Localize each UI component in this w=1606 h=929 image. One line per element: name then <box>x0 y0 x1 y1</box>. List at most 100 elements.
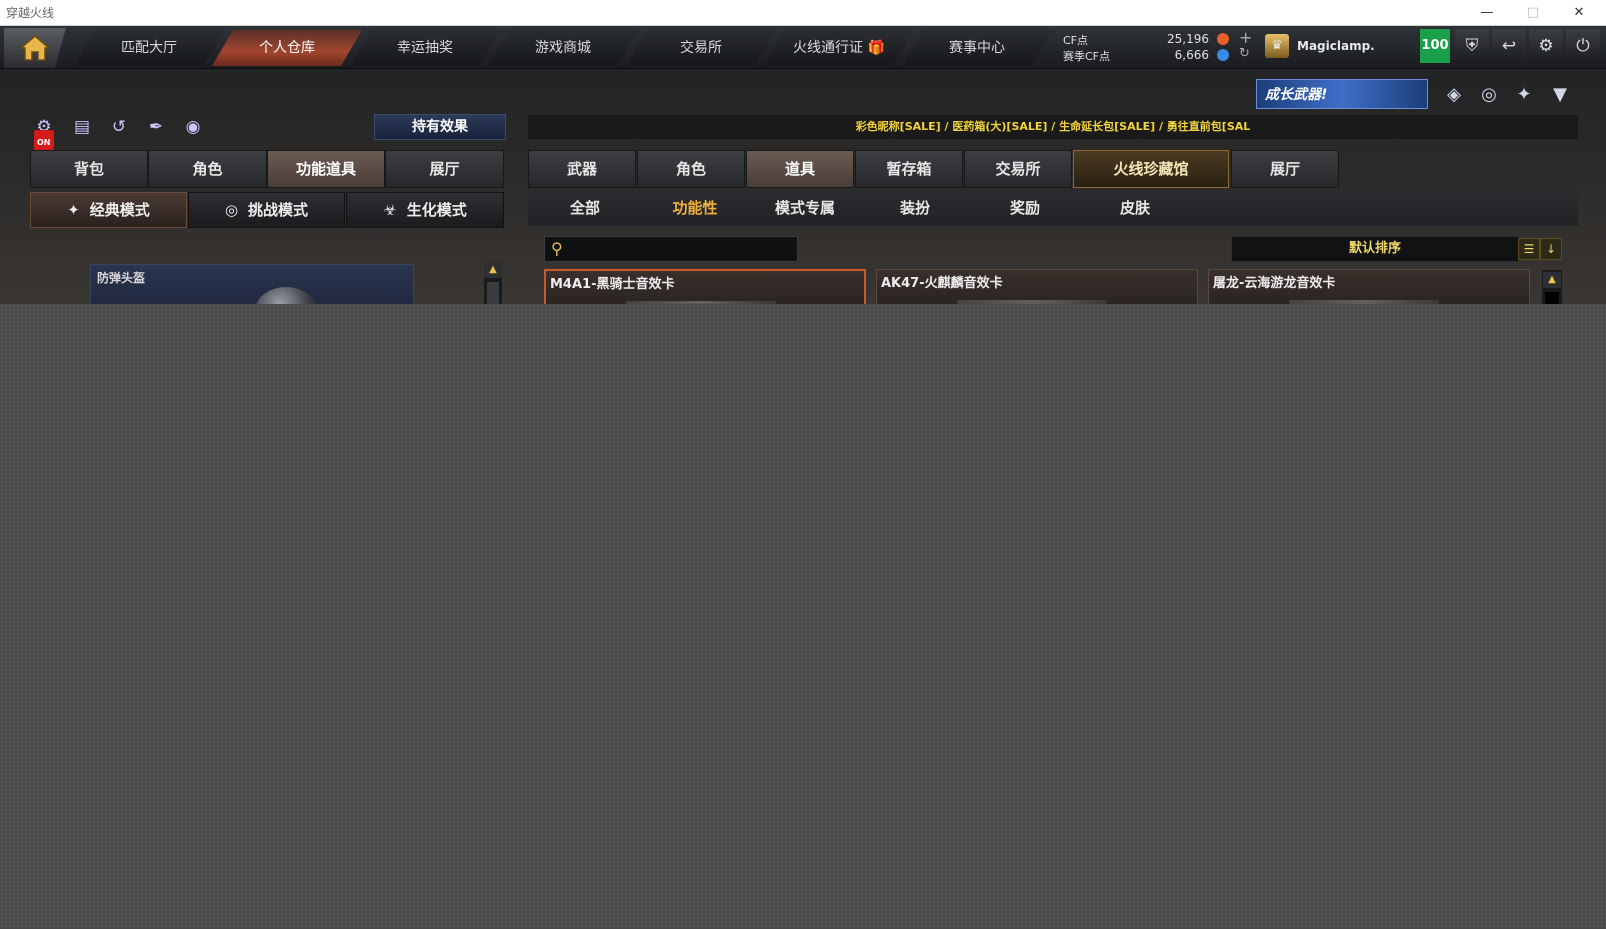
tab-backpack[interactable]: 背包 <box>30 150 148 188</box>
left-scrollbar[interactable]: ▲ <box>484 262 502 304</box>
item-card-name: 屠龙-云海游龙音效卡 <box>1213 276 1336 291</box>
sort-dropdown[interactable]: 默认排序 <box>1231 236 1519 262</box>
scroll-thumb[interactable] <box>487 282 499 304</box>
tab-character[interactable]: 角色 <box>148 150 267 188</box>
weapon-icon <box>626 301 776 304</box>
scroll-thumb[interactable] <box>1545 292 1559 304</box>
gear-icon[interactable]: ⚙ <box>1529 29 1563 63</box>
list-view-icon[interactable]: ☰ <box>1518 238 1540 260</box>
search-input[interactable] <box>575 239 794 259</box>
nav-tab-battle-pass[interactable]: 火线通行证 🎁 <box>764 30 914 66</box>
tab-exchange[interactable]: 交易所 <box>964 150 1072 188</box>
rank-icon[interactable]: ▤ <box>68 114 96 140</box>
right-tab-row: 武器 角色 道具 暂存箱 交易所 火线珍藏馆 展厅 <box>528 150 1578 188</box>
tab-showroom[interactable]: 展厅 <box>385 150 504 188</box>
nav-tab-lucky-draw[interactable]: 幸运抽奖 <box>350 30 500 66</box>
tab-weapons[interactable]: 武器 <box>528 150 636 188</box>
item-card[interactable]: M4A1-黑骑士音效卡 <box>544 269 866 304</box>
item-card[interactable]: 屠龙-云海游龙音效卡 <box>1208 269 1530 304</box>
subtab-mode-exclusive[interactable]: 模式专属 <box>750 190 860 226</box>
biohazard-icon: ☣ <box>383 201 397 219</box>
search-box[interactable]: ⚲ <box>544 236 798 262</box>
sort-direction-icon[interactable]: ↓ <box>1540 238 1562 260</box>
growth-weapon-banner[interactable]: 成长武器! <box>1256 79 1428 109</box>
repair-icon[interactable]: ✒ <box>142 114 170 140</box>
cf-points-value: 25,196 <box>1167 32 1209 46</box>
shield-icon[interactable]: ⛨ <box>1455 29 1489 63</box>
nav-tab-label: 火线通行证 <box>793 40 864 56</box>
scroll-up-icon[interactable]: ▲ <box>1543 272 1561 288</box>
mode-classic[interactable]: ✦ 经典模式 <box>30 192 187 228</box>
grenade-icon[interactable]: ◉ <box>179 114 207 140</box>
left-toolbar: ⚙ ON ▤ ↺ ✒ ◉ <box>30 114 230 156</box>
vip-v-icon[interactable]: ◈ <box>1441 82 1467 108</box>
challenge-mode-icon: ◎ <box>224 201 239 219</box>
top-navigation: 匹配大厅 个人仓库 幸运抽奖 游戏商城 交易所 火线通行证 🎁 赛事中心 CF点… <box>0 26 1606 69</box>
star-badge-icon[interactable]: ✦ <box>1511 82 1537 108</box>
nav-tab-exchange[interactable]: 交易所 <box>626 30 776 66</box>
power-icon[interactable]: ⏻ <box>1566 29 1600 63</box>
season-cf-value: 6,666 <box>1174 48 1209 62</box>
tab-functional-items[interactable]: 功能道具 <box>267 150 385 188</box>
weapon-icon <box>1289 300 1439 304</box>
nav-tab-personal-storage[interactable]: 个人仓库 <box>212 30 362 66</box>
refresh-icon[interactable]: ↻ <box>1239 46 1250 61</box>
add-icon[interactable]: + <box>1239 28 1252 47</box>
subtab-skins[interactable]: 皮肤 <box>1080 190 1190 226</box>
home-button[interactable] <box>4 28 66 68</box>
nav-tab-label: 个人仓库 <box>259 40 315 56</box>
subtab-functional[interactable]: 功能性 <box>640 190 750 226</box>
card-scrollbar[interactable]: ▲ <box>1542 270 1562 304</box>
nav-tab-label: 赛事中心 <box>949 40 1005 56</box>
item-card-name: AK47-火麒麟音效卡 <box>881 276 1003 291</box>
avatar: ♛ <box>1265 34 1289 58</box>
item-name: 防弹头盔 <box>97 271 146 285</box>
buff-toggle-icon[interactable]: ⚙ ON <box>30 114 58 156</box>
maximize-icon[interactable]: □ <box>1510 0 1556 25</box>
minimize-icon[interactable]: — <box>1464 0 1510 25</box>
cf-coin-icon <box>1217 33 1229 45</box>
username: Magiclamp. <box>1297 39 1375 53</box>
nav-tab-event-center[interactable]: 赛事中心 <box>902 30 1052 66</box>
wings-v-icon[interactable]: ▼ <box>1547 82 1573 108</box>
tab-showroom[interactable]: 展厅 <box>1231 150 1339 188</box>
mode-biochem[interactable]: ☣ 生化模式 <box>346 192 504 228</box>
search-icon: ⚲ <box>551 239 563 258</box>
tab-items[interactable]: 道具 <box>746 150 854 188</box>
exit-icon[interactable]: ↩ <box>1492 29 1526 63</box>
helmet-icon <box>255 287 317 304</box>
subtab-rewards[interactable]: 奖励 <box>970 190 1080 226</box>
game-client: 匹配大厅 个人仓库 幸运抽奖 游戏商城 交易所 火线通行证 🎁 赛事中心 CF点… <box>0 26 1606 304</box>
item-card[interactable]: AK47-火麒麟音效卡 <box>876 269 1198 304</box>
list-item[interactable]: 防弹头盔 <box>90 264 414 304</box>
gift-icon: 🎁 <box>867 40 885 56</box>
tab-characters[interactable]: 角色 <box>637 150 745 188</box>
tab-collection-hall[interactable]: 火线珍藏馆 <box>1073 150 1229 188</box>
hold-effect-button[interactable]: 持有效果 <box>374 114 506 140</box>
history-icon[interactable]: ↺ <box>105 114 133 140</box>
item-card-name: M4A1-黑骑士音效卡 <box>550 277 675 292</box>
mode-label: 挑战模式 <box>248 201 309 219</box>
user-info[interactable]: ♛ Magiclamp. <box>1265 32 1415 62</box>
nav-tab-label: 游戏商城 <box>535 40 591 56</box>
mode-challenge[interactable]: ◎ 挑战模式 <box>188 192 345 228</box>
weapon-icon <box>957 300 1107 304</box>
season-cf-label: 赛季CF点 <box>1063 50 1111 63</box>
nav-tab-label: 交易所 <box>680 40 722 56</box>
subtab-all[interactable]: 全部 <box>530 190 640 226</box>
subtab-cosmetic[interactable]: 装扮 <box>860 190 970 226</box>
nav-tab-match-lobby[interactable]: 匹配大厅 <box>74 30 224 66</box>
nav-tab-label: 幸运抽奖 <box>397 40 453 56</box>
nav-tab-game-store[interactable]: 游戏商城 <box>488 30 638 66</box>
season-coin-icon <box>1217 49 1229 61</box>
window-title: 穿越火线 <box>6 6 55 20</box>
close-icon[interactable]: ✕ <box>1556 0 1602 25</box>
crosshair-icon[interactable]: ◎ <box>1476 82 1502 108</box>
scroll-up-icon[interactable]: ▲ <box>484 262 502 278</box>
classic-mode-icon: ✦ <box>67 201 80 219</box>
currency-display: CF点 25,196 赛季CF点 6,666 + ↻ <box>1063 28 1252 66</box>
cf-points-label: CF点 <box>1063 34 1089 47</box>
tab-storage-box[interactable]: 暂存箱 <box>855 150 963 188</box>
item-subtabs: 全部 功能性 模式专属 装扮 奖励 皮肤 <box>528 190 1578 226</box>
left-item-list: 防弹头盔 <box>30 264 500 304</box>
